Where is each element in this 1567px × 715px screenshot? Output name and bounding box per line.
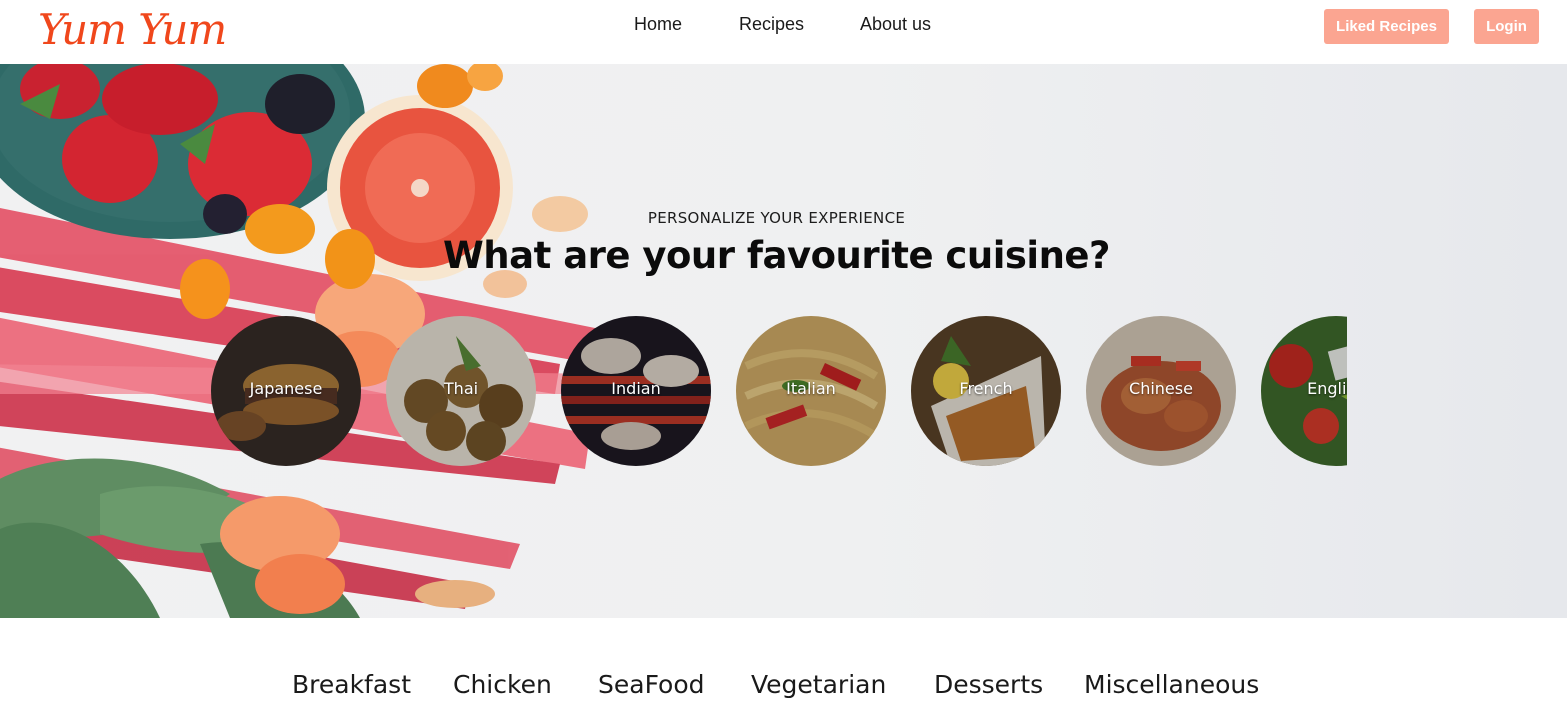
cuisine-label: French [959, 379, 1013, 398]
cuisine-chinese[interactable]: Chinese [1086, 316, 1236, 466]
category-vegetarian[interactable]: Vegetarian [751, 670, 886, 699]
category-breakfast[interactable]: Breakfast [292, 670, 411, 699]
cuisine-japanese[interactable]: Japanese [211, 316, 361, 466]
cuisine-carousel: Japanese Thai Indian Italian French Chin… [205, 314, 1347, 470]
hero-eyebrow: PERSONALIZE YOUR EXPERIENCE [647, 209, 906, 227]
cuisine-label: Japanese [249, 379, 323, 398]
cuisine-indian[interactable]: Indian [561, 316, 711, 466]
cuisine-french[interactable]: French [911, 316, 1061, 466]
login-button[interactable]: Login [1474, 9, 1539, 44]
cuisine-italian[interactable]: Italian [736, 316, 886, 466]
category-seafood[interactable]: SeaFood [598, 670, 705, 699]
navbar: Yum Yum Home Recipes About us Liked Reci… [0, 0, 1567, 64]
nav-recipes-link[interactable]: Recipes [739, 14, 804, 35]
cuisine-label: English [1307, 379, 1347, 398]
category-miscellaneous[interactable]: Miscellaneous [1084, 670, 1259, 699]
cuisine-english[interactable]: English [1261, 316, 1347, 466]
cuisine-thai[interactable]: Thai [386, 316, 536, 466]
cuisine-label: Italian [786, 379, 836, 398]
category-desserts[interactable]: Desserts [934, 670, 1043, 699]
cuisine-label: Chinese [1129, 379, 1193, 398]
category-chicken[interactable]: Chicken [453, 670, 552, 699]
liked-recipes-button[interactable]: Liked Recipes [1324, 9, 1449, 44]
cuisine-label: Thai [443, 379, 479, 398]
category-nav: Breakfast Chicken SeaFood Vegetarian Des… [0, 640, 1567, 715]
nav-about-link[interactable]: About us [860, 14, 931, 35]
cuisine-label: Indian [611, 379, 661, 398]
hero-banner: PERSONALIZE YOUR EXPERIENCE What are you… [0, 64, 1567, 618]
nav-home-link[interactable]: Home [634, 14, 682, 35]
hero-headline: What are your favourite cuisine? [443, 234, 1110, 277]
